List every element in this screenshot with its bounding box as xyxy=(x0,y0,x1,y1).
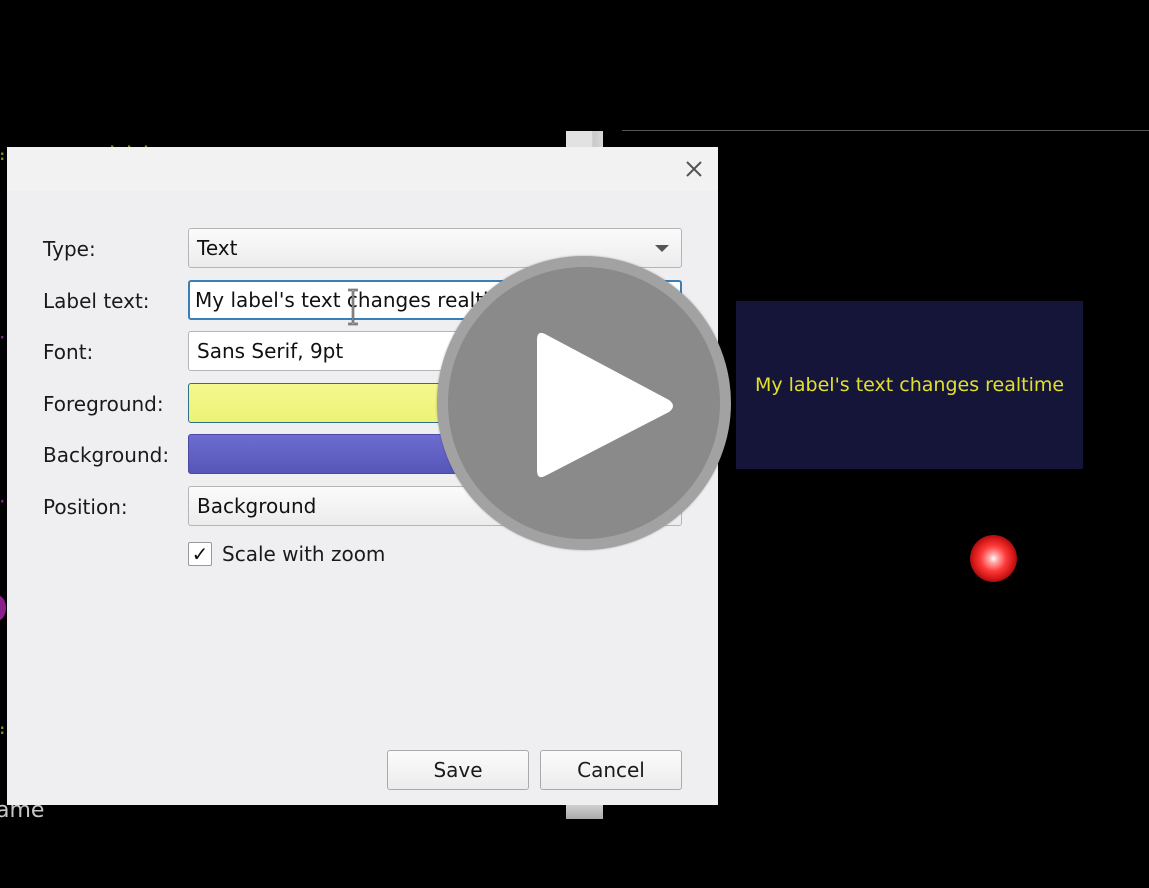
background-label: Background: xyxy=(43,443,170,467)
position-value: Background xyxy=(197,494,317,518)
dialog-titlebar[interactable] xyxy=(7,147,718,191)
video-play-button[interactable] xyxy=(437,256,731,550)
checkmark-icon: ✓ xyxy=(191,542,209,566)
foreground-label: Foreground: xyxy=(43,392,164,416)
canvas-red-node[interactable] xyxy=(970,535,1017,582)
canvas-yellow-dots: : xyxy=(0,722,6,738)
canvas-divider-line xyxy=(622,130,1149,131)
text-cursor-icon xyxy=(348,288,358,326)
label-preview-text: My label's text changes realtime xyxy=(754,374,1065,396)
scale-with-zoom-option[interactable]: ✓ Scale with zoom xyxy=(188,542,385,566)
label-text-label: Label text: xyxy=(43,289,150,313)
canvas-yellow-dots: : xyxy=(0,148,6,164)
cancel-button[interactable]: Cancel xyxy=(540,750,682,790)
chevron-down-icon xyxy=(655,245,669,252)
canvas-purple-dots: · xyxy=(0,330,6,346)
label-preview[interactable]: My label's text changes realtime xyxy=(736,301,1083,469)
scrollbar-fragment[interactable] xyxy=(566,805,603,819)
save-button[interactable]: Save xyxy=(387,750,529,790)
type-label: Type: xyxy=(43,237,96,261)
scale-with-zoom-label: Scale with zoom xyxy=(222,542,386,566)
scrollbar-fragment[interactable] xyxy=(566,131,603,148)
type-value: Text xyxy=(197,236,238,260)
font-label: Font: xyxy=(43,340,94,364)
scale-with-zoom-checkbox[interactable]: ✓ xyxy=(188,542,212,566)
font-value: Sans Serif, 9pt xyxy=(197,339,344,363)
close-icon xyxy=(686,161,702,177)
close-button[interactable] xyxy=(682,157,706,181)
play-icon xyxy=(537,332,673,478)
position-label: Position: xyxy=(43,495,128,519)
canvas-purple-dots: · xyxy=(0,494,6,510)
canvas-purple-node[interactable] xyxy=(0,595,6,621)
